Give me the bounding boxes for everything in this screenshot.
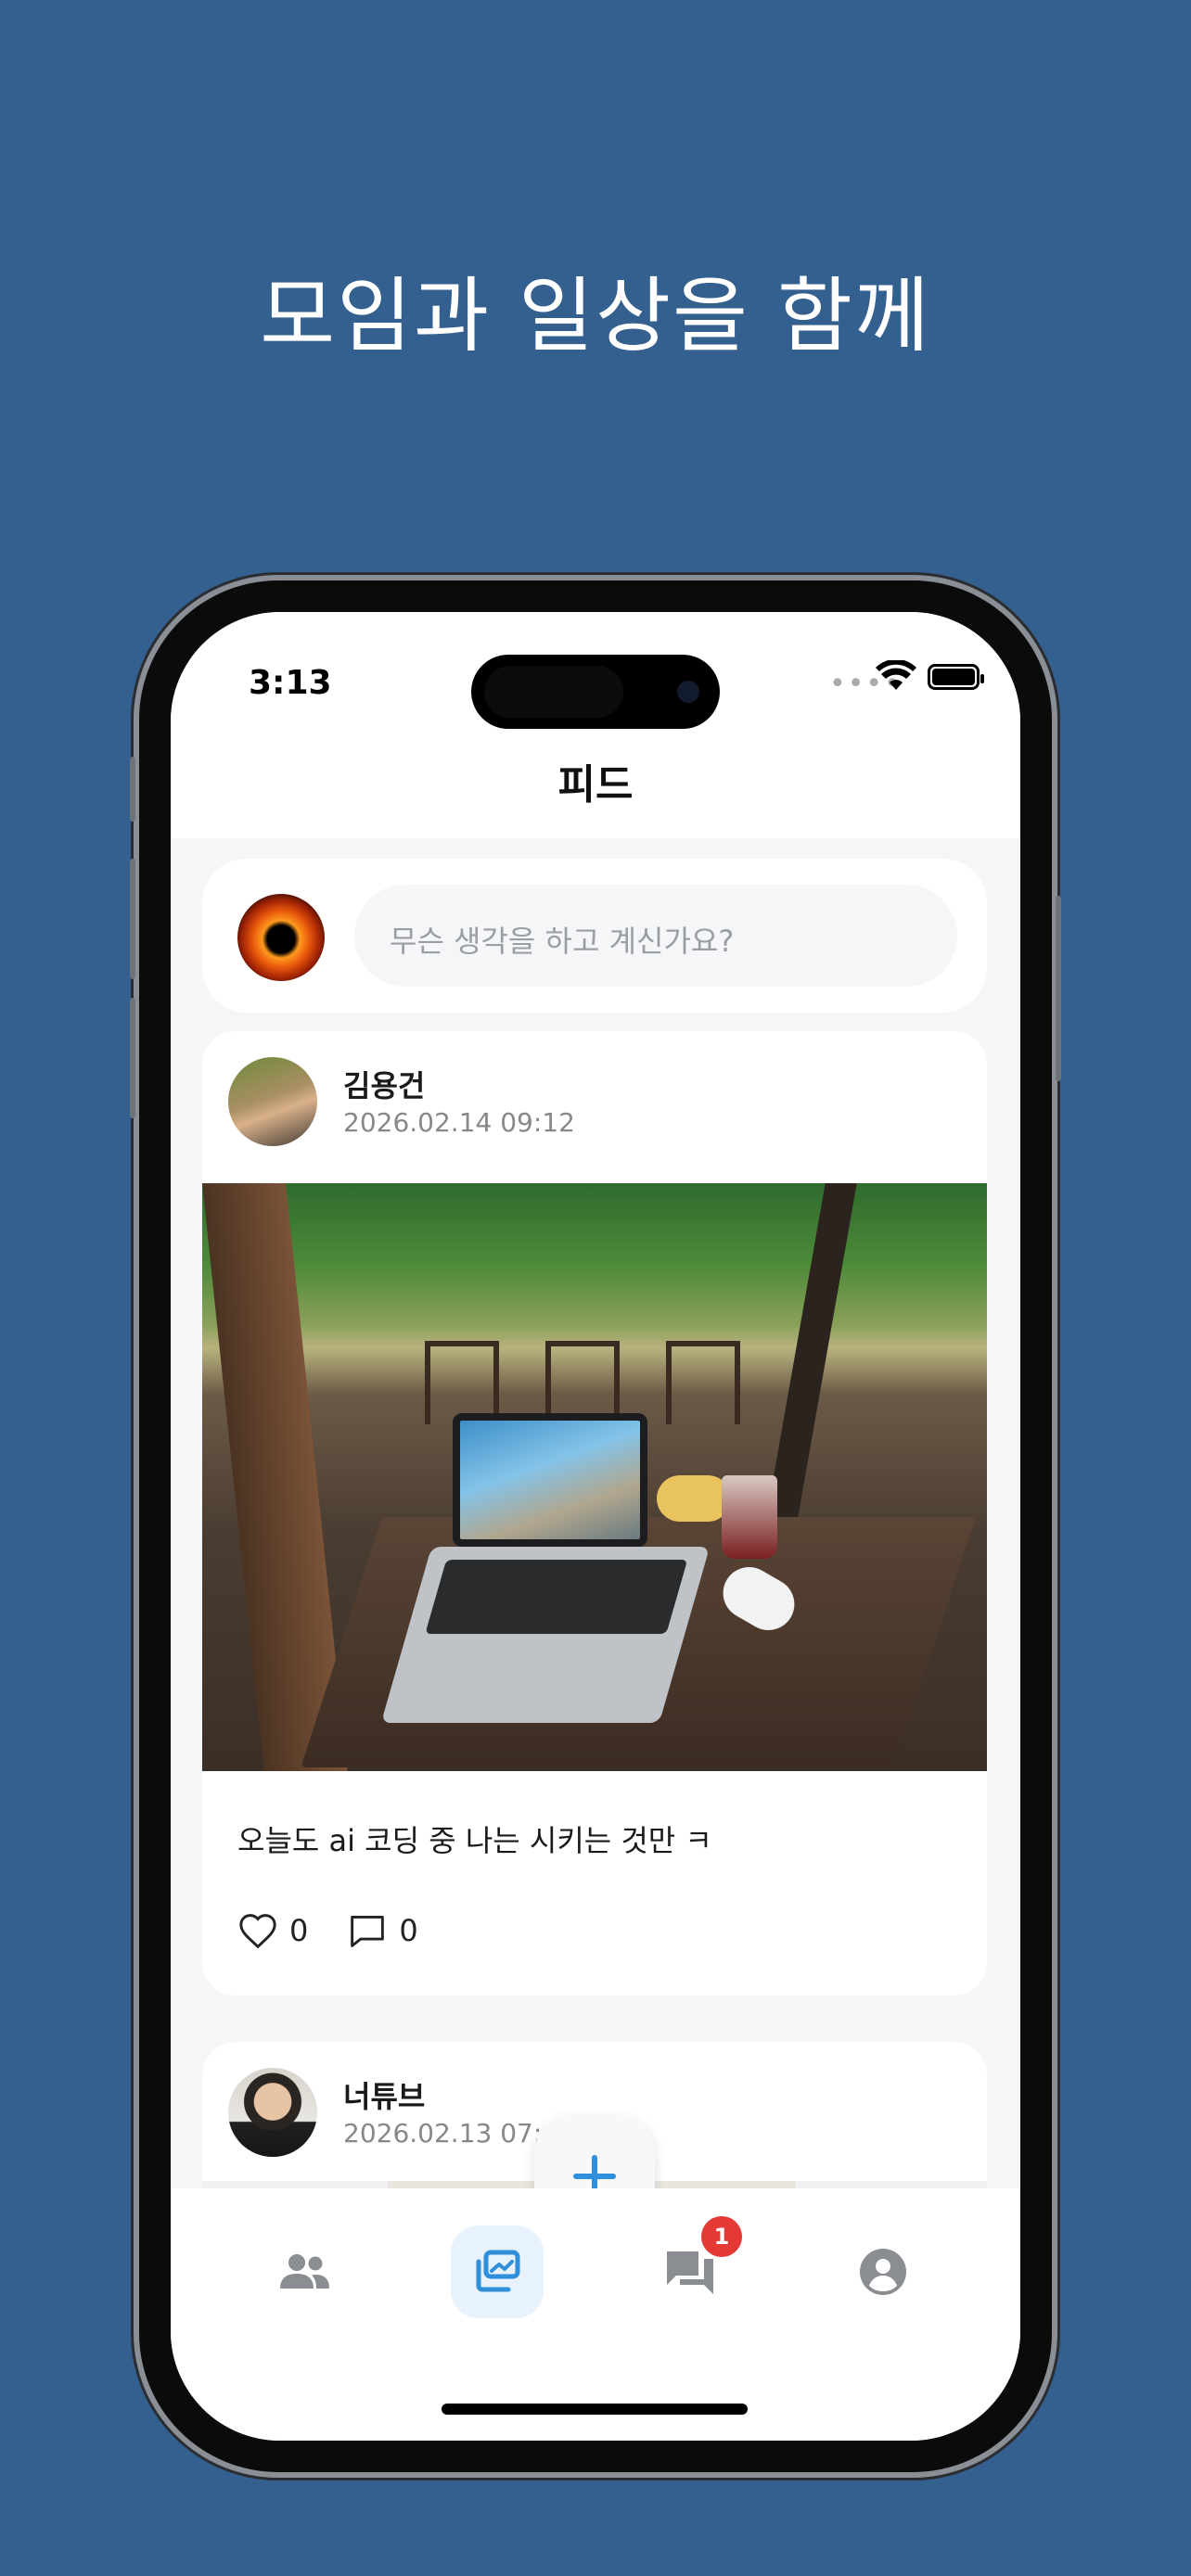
unread-badge: 1: [701, 2216, 742, 2257]
photo-laptop-base: [380, 1547, 711, 1723]
comment-count: 0: [399, 1913, 418, 1948]
author-name[interactable]: 너튜브: [343, 2073, 425, 2116]
photo-chair: [425, 1341, 499, 1424]
status-bar: 3:13 ••••: [171, 612, 1020, 733]
dynamic-island: [471, 655, 720, 729]
app-screen: 3:13 •••• 피드 무슨 생각을 하고 계신가요? 김용건 2026.02…: [171, 612, 1020, 2441]
volume-up-button: [130, 859, 135, 979]
wifi-icon: [876, 660, 916, 690]
chat-icon: [667, 2251, 713, 2294]
my-avatar[interactable]: [237, 894, 325, 981]
tab-profile[interactable]: [837, 2225, 929, 2318]
front-camera: [677, 681, 699, 703]
post-photo[interactable]: [202, 1183, 987, 1771]
photo-pillar: [202, 1183, 348, 1771]
compose-input[interactable]: 무슨 생각을 하고 계신가요?: [354, 885, 957, 987]
heart-icon: [239, 1914, 276, 1949]
feed-icon: [476, 2250, 520, 2292]
page-title: 피드: [171, 733, 1020, 838]
comment-icon: [351, 1916, 385, 1947]
photo-drink: [722, 1475, 777, 1559]
tab-feed[interactable]: [451, 2225, 544, 2318]
like-button[interactable]: 0: [237, 1912, 308, 1949]
post-caption: 오늘도 ai 코딩 중 나는 시키는 것만 ㅋ: [237, 1823, 712, 1858]
feed-post[interactable]: 김용건 2026.02.14 09:12 오늘도 ai 코딩 중 나는 시키는 …: [202, 1031, 987, 1996]
battery-icon: [928, 664, 984, 690]
people-icon: [280, 2254, 329, 2289]
island-sensor: [484, 666, 623, 718]
silent-switch: [130, 757, 135, 822]
photo-plate: [657, 1475, 731, 1522]
author-avatar[interactable]: [228, 2068, 317, 2157]
profile-icon: [860, 2249, 906, 2295]
post-actions: 0 0: [237, 1912, 457, 1949]
bottom-tab-bar: 1: [171, 2188, 1020, 2441]
post-date: 2026.02.13 07:: [343, 2118, 543, 2149]
photo-laptop-screen: [453, 1413, 647, 1547]
photo-chair: [545, 1341, 620, 1424]
author-avatar[interactable]: [228, 1057, 317, 1146]
author-name[interactable]: 김용건: [343, 1063, 425, 1105]
tab-chat[interactable]: 1: [644, 2216, 742, 2318]
volume-down-button: [130, 998, 135, 1118]
like-count: 0: [289, 1913, 309, 1948]
phone-frame: 3:13 •••• 피드 무슨 생각을 하고 계신가요? 김용건 2026.02…: [130, 580, 1061, 2472]
power-button: [1056, 896, 1061, 1081]
post-composer[interactable]: 무슨 생각을 하고 계신가요?: [202, 859, 987, 1013]
status-time: 3:13: [249, 664, 332, 702]
photo-pillar: [766, 1183, 857, 1517]
post-date: 2026.02.14 09:12: [343, 1107, 575, 1138]
marketing-headline: 모임과 일상을 함께: [260, 268, 931, 363]
photo-chair: [666, 1341, 740, 1424]
tab-groups[interactable]: [258, 2225, 351, 2318]
comment-button[interactable]: 0: [347, 1912, 418, 1949]
home-indicator[interactable]: [442, 2404, 748, 2415]
